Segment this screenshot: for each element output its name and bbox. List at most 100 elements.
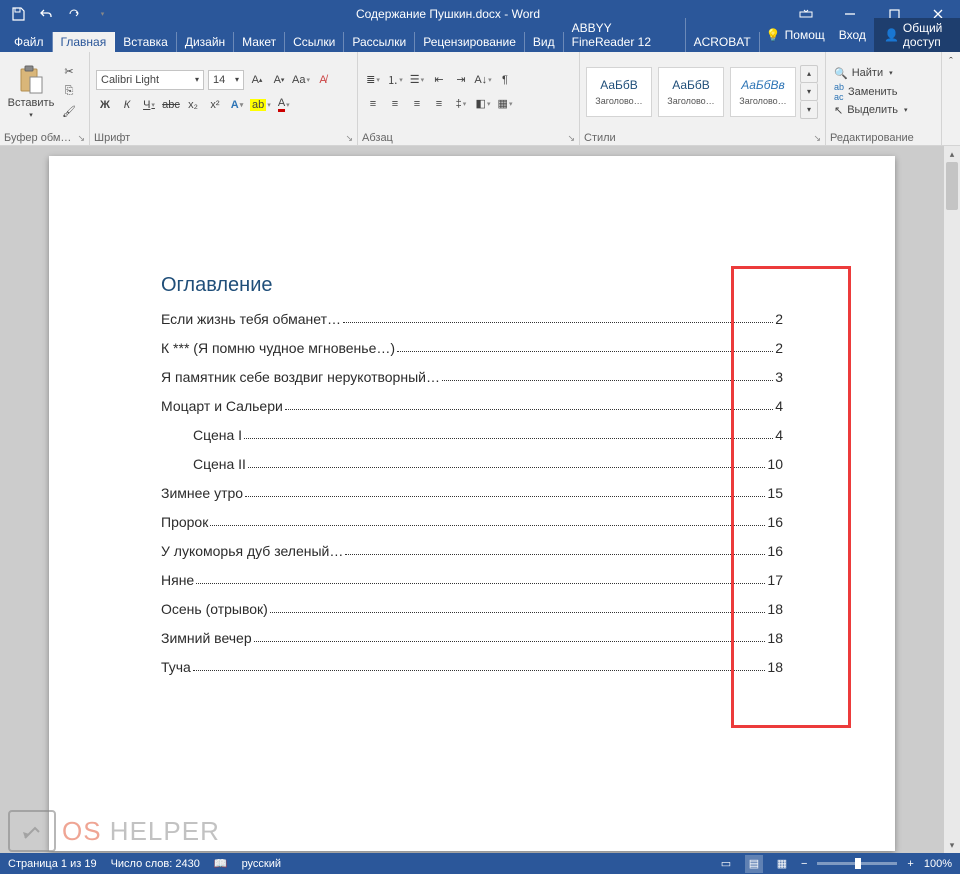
toc-leader: [285, 398, 773, 410]
underline-button[interactable]: Ч: [140, 96, 158, 114]
scroll-down-icon[interactable]: ▾: [944, 837, 960, 853]
tab-references[interactable]: Ссылки: [285, 32, 344, 52]
increase-indent-icon[interactable]: ⇥: [452, 71, 470, 89]
toc-entry-title: Няне: [161, 572, 194, 588]
status-proofing-icon[interactable]: 📖: [214, 857, 228, 870]
collapse-ribbon-icon[interactable]: ˆ: [942, 52, 960, 145]
align-center-icon[interactable]: ≡: [386, 95, 404, 113]
tab-design[interactable]: Дизайн: [177, 32, 234, 52]
styles-scroll-up-icon[interactable]: ▴: [800, 65, 818, 83]
clear-format-icon[interactable]: A̸: [314, 71, 332, 89]
numbering-icon[interactable]: ⒈: [386, 71, 404, 89]
paragraph-launcher[interactable]: ↘: [567, 133, 575, 144]
shrink-font-icon[interactable]: A▾: [270, 71, 288, 89]
style-heading2[interactable]: АаБбВЗаголово…: [658, 67, 724, 117]
toc-entry[interactable]: Туча18: [161, 659, 783, 675]
zoom-out-icon[interactable]: −: [801, 858, 807, 870]
toc-entry[interactable]: Зимнее утро15: [161, 485, 783, 501]
font-color-icon[interactable]: A: [275, 96, 293, 114]
tell-me[interactable]: 💡 Помощ: [760, 28, 831, 42]
align-right-icon[interactable]: ≡: [408, 95, 426, 113]
toc-entry[interactable]: Моцарт и Сальери4: [161, 398, 783, 414]
styles-scroll-down-icon[interactable]: ▾: [800, 83, 818, 101]
style-heading1[interactable]: АаБбВЗаголово…: [586, 67, 652, 117]
status-language[interactable]: русский: [242, 858, 281, 870]
save-icon[interactable]: [8, 4, 28, 24]
format-painter-icon[interactable]: 🖌: [60, 103, 78, 121]
toc-entry-page: 18: [767, 659, 783, 675]
grow-font-icon[interactable]: A▴: [248, 71, 266, 89]
borders-icon[interactable]: ▦: [496, 95, 514, 113]
status-words[interactable]: Число слов: 2430: [111, 858, 200, 870]
justify-icon[interactable]: ≡: [430, 95, 448, 113]
replace-button[interactable]: abacЗаменить: [834, 82, 907, 102]
toc-entry[interactable]: Я памятник себе воздвиг нерукотворный…3: [161, 369, 783, 385]
toc-entry[interactable]: Сцена I4: [161, 427, 783, 443]
signin-link[interactable]: Вход: [831, 25, 874, 45]
styles-launcher[interactable]: ↘: [813, 133, 821, 144]
bold-button[interactable]: Ж: [96, 96, 114, 114]
web-layout-icon[interactable]: ▦: [773, 855, 791, 873]
bullets-icon[interactable]: ≣: [364, 71, 382, 89]
styles-expand-icon[interactable]: ▾: [800, 101, 818, 119]
clipboard-launcher[interactable]: ↘: [77, 133, 85, 144]
tab-layout[interactable]: Макет: [234, 32, 285, 52]
share-button[interactable]: 👤 Общий доступ: [874, 18, 960, 52]
sort-icon[interactable]: A↓: [474, 71, 492, 89]
tab-file[interactable]: Файл: [0, 32, 53, 52]
page[interactable]: Оглавление Если жизнь тебя обманет…2К **…: [49, 156, 895, 851]
toc-entry[interactable]: У лукоморья дуб зеленый…16: [161, 543, 783, 559]
tab-mailings[interactable]: Рассылки: [344, 32, 415, 52]
toc-entry[interactable]: Сцена II10: [161, 456, 783, 472]
strike-button[interactable]: abc: [162, 96, 180, 114]
vertical-scrollbar[interactable]: ▴ ▾: [944, 146, 960, 853]
print-layout-icon[interactable]: ▤: [745, 855, 763, 873]
toc-entry[interactable]: Няне17: [161, 572, 783, 588]
shading-icon[interactable]: ◧: [474, 95, 492, 113]
toc-entry[interactable]: Осень (отрывок)18: [161, 601, 783, 617]
font-launcher[interactable]: ↘: [345, 133, 353, 144]
toc-entry-page: 4: [775, 427, 783, 443]
font-name-select[interactable]: Calibri Light▾: [96, 70, 204, 90]
zoom-in-icon[interactable]: +: [907, 858, 913, 870]
redo-icon[interactable]: [64, 4, 84, 24]
highlight-icon[interactable]: ab: [250, 96, 271, 114]
toc-entry[interactable]: Пророк16: [161, 514, 783, 530]
scroll-thumb[interactable]: [946, 162, 958, 210]
scroll-up-icon[interactable]: ▴: [944, 146, 960, 162]
italic-button[interactable]: К: [118, 96, 136, 114]
tab-review[interactable]: Рецензирование: [415, 32, 525, 52]
paste-button[interactable]: Вставить ▾: [6, 65, 56, 119]
toc-entry[interactable]: К *** (Я помню чудное мгновенье…)2: [161, 340, 783, 356]
change-case-icon[interactable]: Aa: [292, 71, 310, 89]
find-button[interactable]: 🔍Найти▾: [834, 67, 907, 80]
line-spacing-icon[interactable]: ‡: [452, 95, 470, 113]
tab-acrobat[interactable]: ACROBAT: [686, 32, 760, 52]
align-left-icon[interactable]: ≡: [364, 95, 382, 113]
copy-icon[interactable]: ⎘: [60, 83, 78, 101]
tab-home[interactable]: Главная: [53, 32, 116, 52]
style-heading3[interactable]: АаБбВвЗаголово…: [730, 67, 796, 117]
decrease-indent-icon[interactable]: ⇤: [430, 71, 448, 89]
qat-customize-icon[interactable]: [92, 4, 112, 24]
tab-view[interactable]: Вид: [525, 32, 564, 52]
toc-entry[interactable]: Если жизнь тебя обманет…2: [161, 311, 783, 327]
text-effects-icon[interactable]: A: [228, 96, 246, 114]
statusbar: Страница 1 из 19 Число слов: 2430 📖 русс…: [0, 853, 960, 874]
superscript-button[interactable]: x²: [206, 96, 224, 114]
font-size-select[interactable]: 14▾: [208, 70, 244, 90]
read-mode-icon[interactable]: ▭: [717, 855, 735, 873]
zoom-level[interactable]: 100%: [924, 858, 952, 870]
undo-icon[interactable]: [36, 4, 56, 24]
toc-entry[interactable]: Зимний вечер18: [161, 630, 783, 646]
tab-insert[interactable]: Вставка: [115, 32, 177, 52]
multilevel-icon[interactable]: ☰: [408, 71, 426, 89]
document-area: Оглавление Если жизнь тебя обманет…2К **…: [0, 146, 960, 853]
tab-abbyy[interactable]: ABBYY FineReader 12: [564, 18, 686, 52]
select-button[interactable]: ↖Выделить▾: [834, 104, 907, 117]
show-marks-icon[interactable]: ¶: [496, 71, 514, 89]
status-page[interactable]: Страница 1 из 19: [8, 858, 97, 870]
subscript-button[interactable]: x₂: [184, 96, 202, 114]
cut-icon[interactable]: ✂: [60, 63, 78, 81]
zoom-slider[interactable]: [817, 862, 897, 865]
